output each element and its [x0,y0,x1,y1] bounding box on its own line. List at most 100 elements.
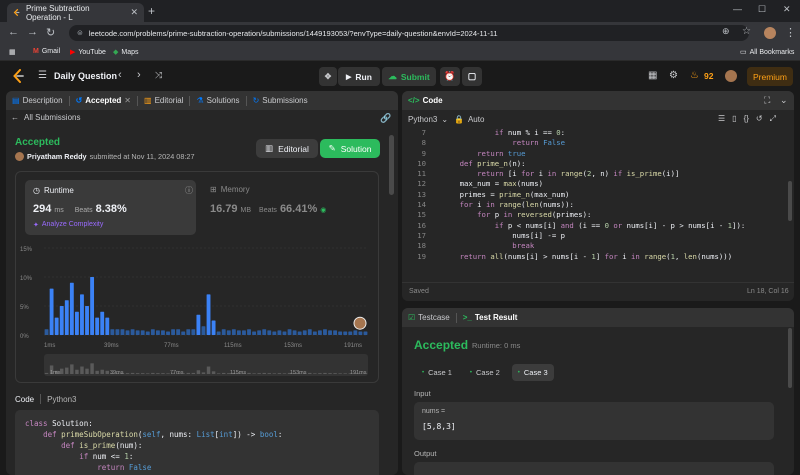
history-icon: ↺ [75,96,83,105]
run-button[interactable]: ▶ Run [338,67,380,86]
bookmark-icon[interactable]: ▯ [732,114,736,124]
apps-grid-icon[interactable]: ▦ [9,48,16,56]
notes-button[interactable]: ▢ [462,67,482,86]
distribution-bar [115,329,120,335]
output-box[interactable] [414,462,774,475]
bookmark-gmail[interactable]: M Gmail [33,48,60,55]
tab-accepted[interactable]: ↺ Accepted ✕ [70,91,137,110]
code-editor[interactable]: 7 if num % i == 0: 8 return False 9 return… [402,128,794,278]
code-line: def primeSubOperation(self, nums: List[i… [43,430,283,439]
browser-tab[interactable]: Prime Subtraction Operation - L ✕ [7,3,144,22]
auto-mode-toggle[interactable]: 🔒 Auto [454,115,484,124]
tab-solutions[interactable]: ⚗ Solutions [190,91,245,110]
line-number: 16 [417,220,426,230]
distribution-bar [226,330,231,335]
prev-question-icon[interactable]: ‹ [118,69,122,81]
submit-button[interactable]: ☁ Submit [382,67,436,86]
profile-avatar[interactable] [764,27,776,39]
case-tab-2[interactable]: • Case 2 [464,364,506,381]
left-scrollbar[interactable] [389,135,394,195]
back-arrow-icon[interactable]: ← [8,26,19,38]
settings-gear-icon[interactable]: ⚙ [669,70,678,81]
close-tab-icon[interactable]: ✕ [124,96,131,105]
editor-scrollbar[interactable] [788,181,792,221]
analyze-complexity-link[interactable]: ✦ Analyze Complexity [33,221,103,229]
window-close-icon[interactable]: ✕ [783,4,791,15]
distribution-bar [257,330,262,335]
distribution-bar [181,331,186,335]
tab-close-icon[interactable]: ✕ [130,7,138,18]
minimap-bar [221,372,226,374]
collapse-panel-icon[interactable]: ⌄ [780,95,788,106]
maximize-icon[interactable]: ☐ [758,4,766,15]
chevron-down-icon: ⌄ [441,115,449,124]
tab-test-result[interactable]: >_ Test Result [457,308,524,327]
minimap-bar [277,373,282,374]
minimap-bar [85,368,89,374]
bookmark-youtube[interactable]: ▶ YouTube [70,48,106,57]
minimize-icon[interactable]: — [733,4,742,14]
minimap-bar [262,372,266,374]
all-submissions-link[interactable]: ← All Submissions [11,113,80,122]
zoom-icon[interactable]: ⊕ [722,26,730,37]
result-scrollbar[interactable] [788,328,792,388]
back-arrow-icon: ← [11,113,19,122]
leetcode-logo-icon[interactable] [12,69,24,83]
distribution-bar [191,329,196,335]
runtime-box[interactable]: ◷ Runtime ⓘ 294 ms Beats 8.38% ✦ Analyze C… [25,180,196,235]
format-icon[interactable]: ☰ [718,114,725,124]
submitter-avatar[interactable] [15,152,24,161]
maximize-panel-icon[interactable]: ⛶ [764,95,770,106]
user-avatar[interactable] [725,70,737,82]
tab-submissions[interactable]: ↻ Submissions [247,91,314,110]
tab-description[interactable]: ▤ Description [6,91,69,110]
line-content: if num % i == 0: [494,128,566,137]
reload-icon[interactable]: ↻ [46,26,55,39]
problem-list-icon[interactable]: ☰ [38,70,47,81]
solution-button[interactable]: ✎ Solution [320,139,380,158]
debug-button[interactable]: ✥ [319,67,337,86]
distribution-bar [348,331,353,335]
editorial-button[interactable]: ▥ Editorial [256,139,318,158]
url-bar[interactable]: ⊜ leetcode.com/problems/prime-subtractio… [69,25,749,41]
tab-code[interactable]: </> Code [402,91,449,110]
daily-question-title[interactable]: Daily Question [54,71,117,81]
fullscreen-icon[interactable]: ⤢ [770,114,776,124]
submitter-name[interactable]: Priyatham Reddy [27,152,87,161]
timer-button[interactable]: ⏰ [440,67,460,86]
reset-icon[interactable]: ↺ [756,114,763,124]
chrome-menu-icon[interactable]: ⋮ [785,26,796,39]
address-row: ← → ↻ ⊜ leetcode.com/problems/prime-subt… [0,22,800,44]
case-tab-3[interactable]: • Case 3 [511,364,554,381]
tab-testcase[interactable]: ☑ Testcase [402,308,456,327]
share-link-icon[interactable]: 🔗 [380,113,391,124]
submitted-code[interactable]: class Solution: def primeSubOperation(se… [15,410,379,475]
bookmark-maps[interactable]: ◆ Maps [113,48,139,57]
new-tab-icon[interactable]: + [148,4,155,18]
case-tab-1[interactable]: • Case 1 [416,364,458,381]
minimap-bar [146,373,150,374]
input-box[interactable]: nums = [5,8,3] [414,402,774,440]
submitter-info: Priyatham Reddy submitted at Nov 11, 202… [27,152,195,161]
bookmark-star-icon[interactable]: ☆ [742,26,751,37]
runtime-distribution-chart[interactable]: 15% 10% 5% 0% 1ms 39ms 77ms 115ms 153ms 191ms 1ms 3… [16,237,378,382]
layout-grid-icon[interactable]: ▦ [648,70,657,81]
all-bookmarks[interactable]: ▭ All Bookmarks [740,48,794,57]
memory-header[interactable]: ⊞ Memory [210,185,250,194]
code-line: return False [97,463,152,472]
braces-icon[interactable]: {} [744,114,749,124]
distribution-bar [125,330,130,335]
site-info-icon[interactable]: ⊜ [77,29,83,37]
minimap-bar [70,364,74,374]
forward-arrow-icon[interactable]: → [27,26,38,38]
premium-button[interactable]: Premium [747,67,793,86]
tab-editorial[interactable]: ▥ Editorial [138,91,189,110]
next-question-icon[interactable]: › [137,69,141,81]
shuffle-icon[interactable]: ⤨ [155,70,162,81]
minimap-bar [252,373,256,374]
info-icon[interactable]: ⓘ [185,185,193,196]
distribution-bar [100,311,105,335]
distribution-bar [236,330,241,335]
language-select[interactable]: Python3 ⌄ [408,115,448,124]
streak-count[interactable]: 92 [704,71,713,81]
